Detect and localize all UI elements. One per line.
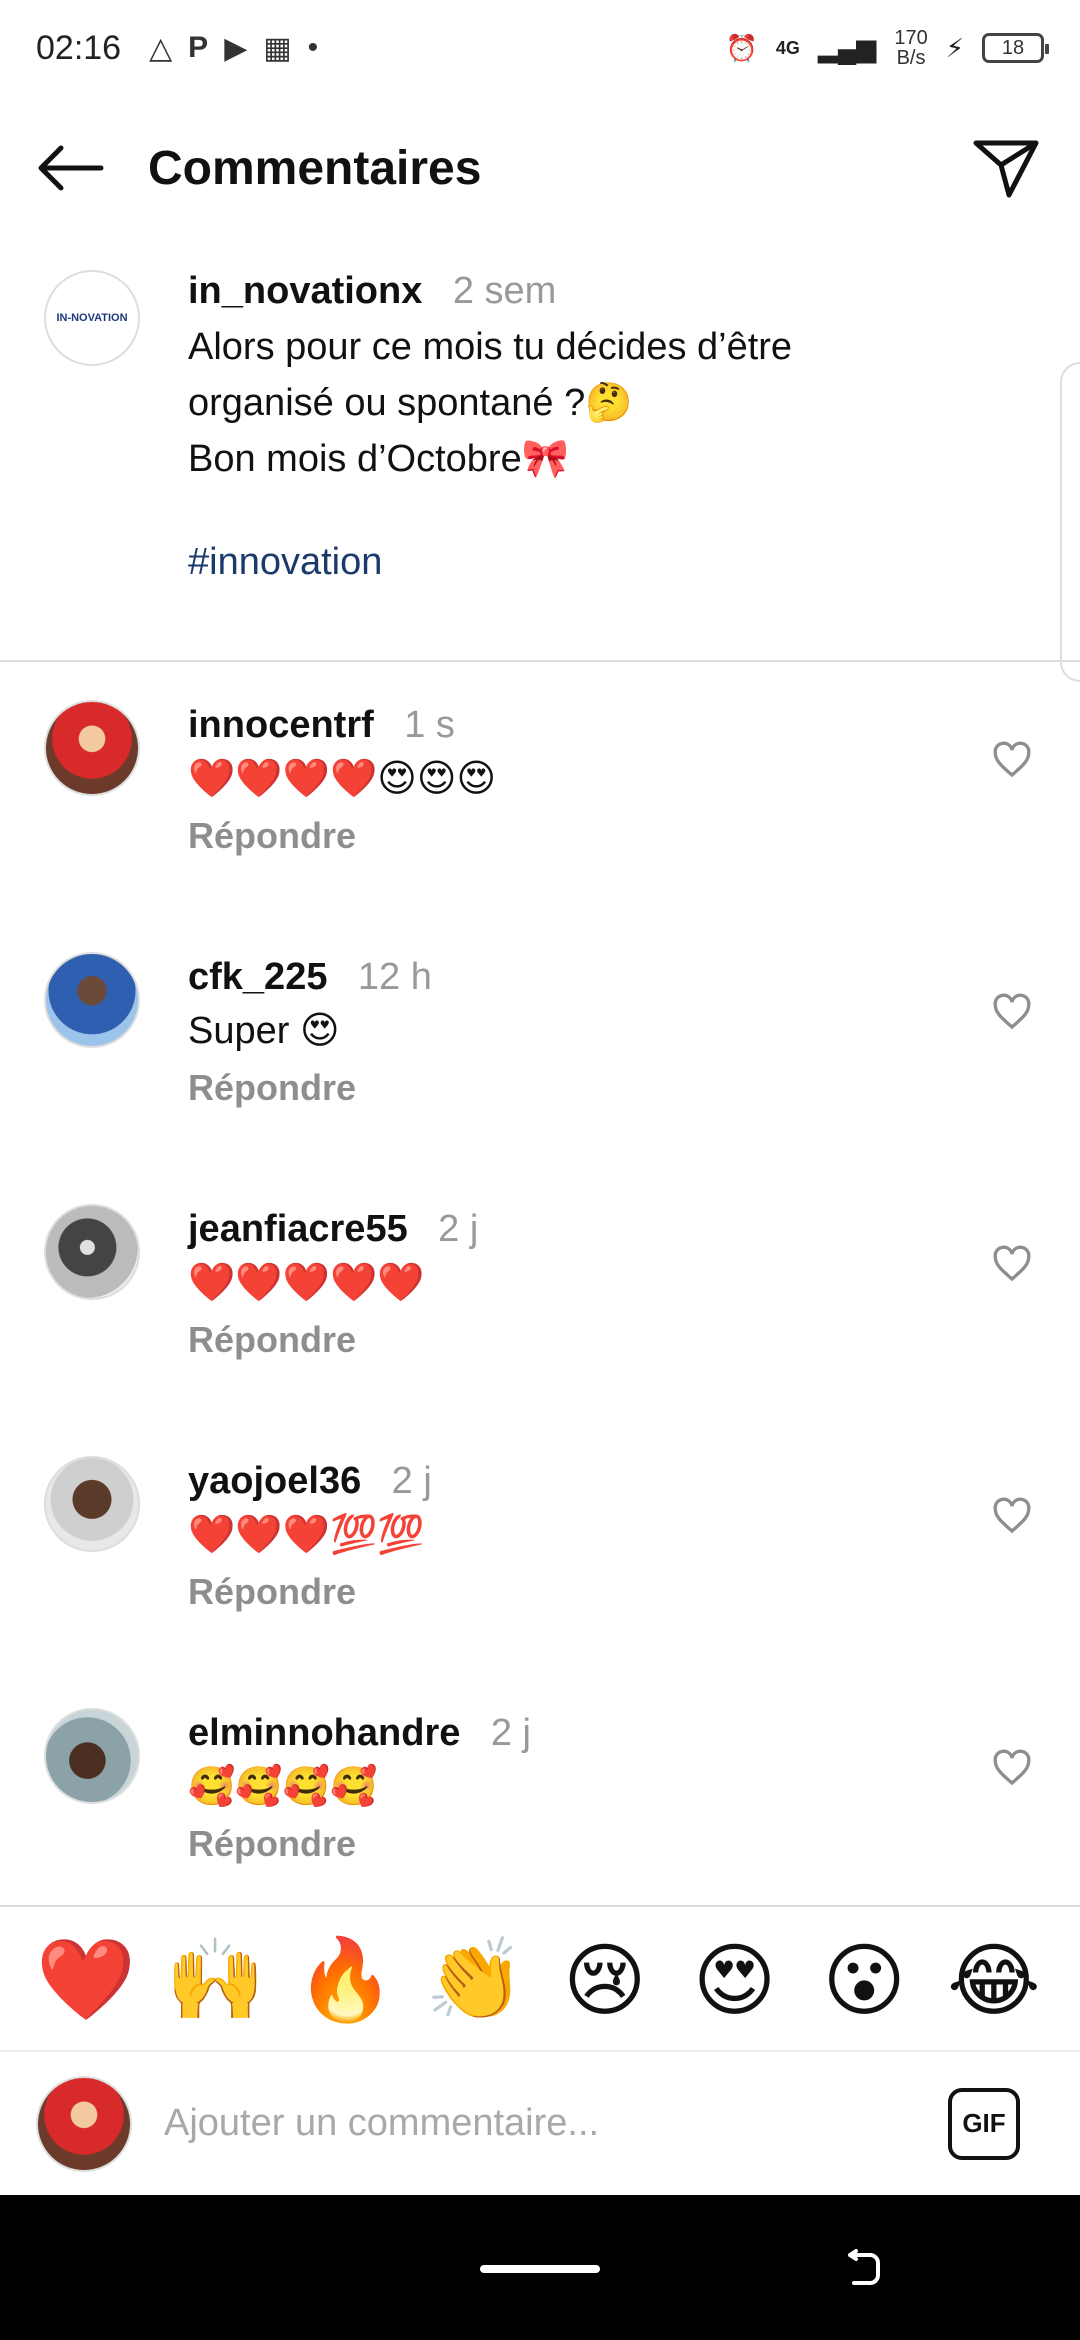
list-item: innocentrf 1 s ❤️❤️❤️❤️😍😍😍 Répondre	[0, 700, 1080, 940]
comment-composer: GIF	[0, 2052, 1080, 2195]
youtube-icon: ▶	[224, 31, 248, 65]
dot-icon: •	[307, 31, 319, 64]
battery-level: 18	[1001, 36, 1025, 59]
reply-button[interactable]: Répondre	[188, 815, 988, 857]
avatar[interactable]	[44, 700, 140, 796]
reaction-crying-button[interactable]: 😢	[555, 1934, 655, 2027]
comment-username[interactable]: yaojoel36	[188, 1460, 361, 1502]
comment-text: ❤️❤️❤️❤️❤️	[188, 1262, 425, 1304]
comment-time: 1 s	[404, 704, 455, 746]
comment-text: Super 😍	[188, 1010, 340, 1052]
list-item: jeanfiacre55 2 j ❤️❤️❤️❤️❤️ Répondre	[0, 1204, 1080, 1444]
side-edge-handle[interactable]	[1060, 362, 1080, 682]
back-arrow-icon	[38, 145, 104, 191]
caption-time: 2 sem	[452, 270, 557, 312]
comment-text: ❤️❤️❤️❤️😍😍😍	[188, 758, 497, 800]
reply-button[interactable]: Répondre	[188, 1571, 988, 1613]
signal-label: 4G	[775, 37, 800, 58]
network-speed: 170 B/s	[894, 27, 928, 69]
like-heart-icon[interactable]	[992, 1496, 1032, 1536]
like-heart-icon[interactable]	[992, 992, 1032, 1032]
comment-text: 🥰🥰🥰🥰	[188, 1766, 378, 1808]
reaction-fire-button[interactable]: 🔥	[295, 1933, 396, 2027]
avatar[interactable]	[44, 1708, 140, 1804]
list-item: cfk_225 12 h Super 😍 Répondre	[0, 952, 1080, 1192]
reaction-heart-button[interactable]: ❤️	[36, 1933, 136, 2027]
quick-reaction-bar: ❤️ 🙌 🔥 👏 😢 😍 😮 😂	[0, 1910, 1080, 2050]
share-button[interactable]	[968, 130, 1044, 206]
reply-button[interactable]: Répondre	[188, 1067, 988, 1109]
reaction-heart-eyes-button[interactable]: 😍	[685, 1934, 785, 2027]
list-item: yaojoel36 2 j ❤️❤️❤️💯💯 Répondre	[0, 1456, 1080, 1696]
gif-button[interactable]: GIF	[948, 2087, 1020, 2160]
comment-time: 2 j	[490, 1712, 531, 1754]
divider	[0, 1905, 1080, 1907]
avatar[interactable]	[36, 2075, 132, 2172]
like-heart-icon[interactable]	[992, 1244, 1032, 1284]
back-button[interactable]	[36, 133, 106, 203]
page-title: Commentaires	[148, 141, 482, 195]
divider	[0, 660, 1080, 662]
reaction-clap-button[interactable]: 👏	[425, 1933, 525, 2027]
reaction-laughing-button[interactable]: 😂	[944, 1934, 1044, 2027]
caption-text: Alors pour ce mois tu décides d’être org…	[188, 326, 793, 480]
like-heart-icon[interactable]	[992, 1748, 1032, 1788]
rotate-screen-icon[interactable]	[840, 2247, 884, 2291]
like-heart-icon[interactable]	[992, 740, 1032, 780]
comment-time: 12 h	[357, 956, 432, 998]
comment-text: ❤️❤️❤️💯💯	[188, 1514, 425, 1556]
reply-button[interactable]: Répondre	[188, 1319, 988, 1361]
caption-username[interactable]: in_novationx	[188, 270, 422, 312]
comment-username[interactable]: innocentrf	[188, 704, 374, 746]
comment-time: 2 j	[391, 1460, 432, 1502]
avatar-logo-text: IN-NOVATION	[56, 312, 128, 324]
top-bar: Commentaires	[0, 96, 1080, 240]
reaction-surprised-button[interactable]: 😮	[814, 1934, 914, 2027]
avatar[interactable]	[44, 1204, 140, 1300]
parking-icon: P	[188, 31, 209, 64]
reaction-raised-hands-button[interactable]: 🙌	[166, 1933, 266, 2027]
battery-icon: 18	[982, 33, 1049, 63]
warning-icon: △	[149, 31, 173, 65]
hashtag-link[interactable]: #innovation	[188, 541, 1068, 584]
reply-button[interactable]: Répondre	[188, 1823, 988, 1865]
send-icon	[973, 140, 1039, 198]
comment-time: 2 j	[438, 1208, 479, 1250]
post-caption: IN-NOVATION in_novationx 2 sem Alors pou…	[0, 270, 1080, 660]
comment-username[interactable]: jeanfiacre55	[188, 1208, 408, 1250]
charging-icon: ⚡	[945, 32, 964, 63]
system-navigation-bar	[0, 2195, 1080, 2340]
home-gesture-handle[interactable]	[480, 2265, 600, 2273]
comment-username[interactable]: cfk_225	[188, 956, 327, 998]
gif-label: GIF	[962, 2108, 1006, 2138]
signal-icon: ▂▄▆	[817, 32, 877, 63]
status-time: 02:16	[36, 28, 122, 67]
comment-input[interactable]	[164, 2102, 948, 2145]
avatar[interactable]	[44, 952, 140, 1048]
alarm-icon: ⏰	[725, 32, 758, 63]
status-bar: 02:16 △ P ▶ ▦ • ⏰ 4G ▂▄▆ 170 B/s ⚡ 18	[0, 0, 1080, 96]
calendar-icon: ▦	[263, 31, 292, 65]
comment-username[interactable]: elminnohandre	[188, 1712, 460, 1754]
avatar[interactable]: IN-NOVATION	[44, 270, 140, 366]
avatar[interactable]	[44, 1456, 140, 1552]
